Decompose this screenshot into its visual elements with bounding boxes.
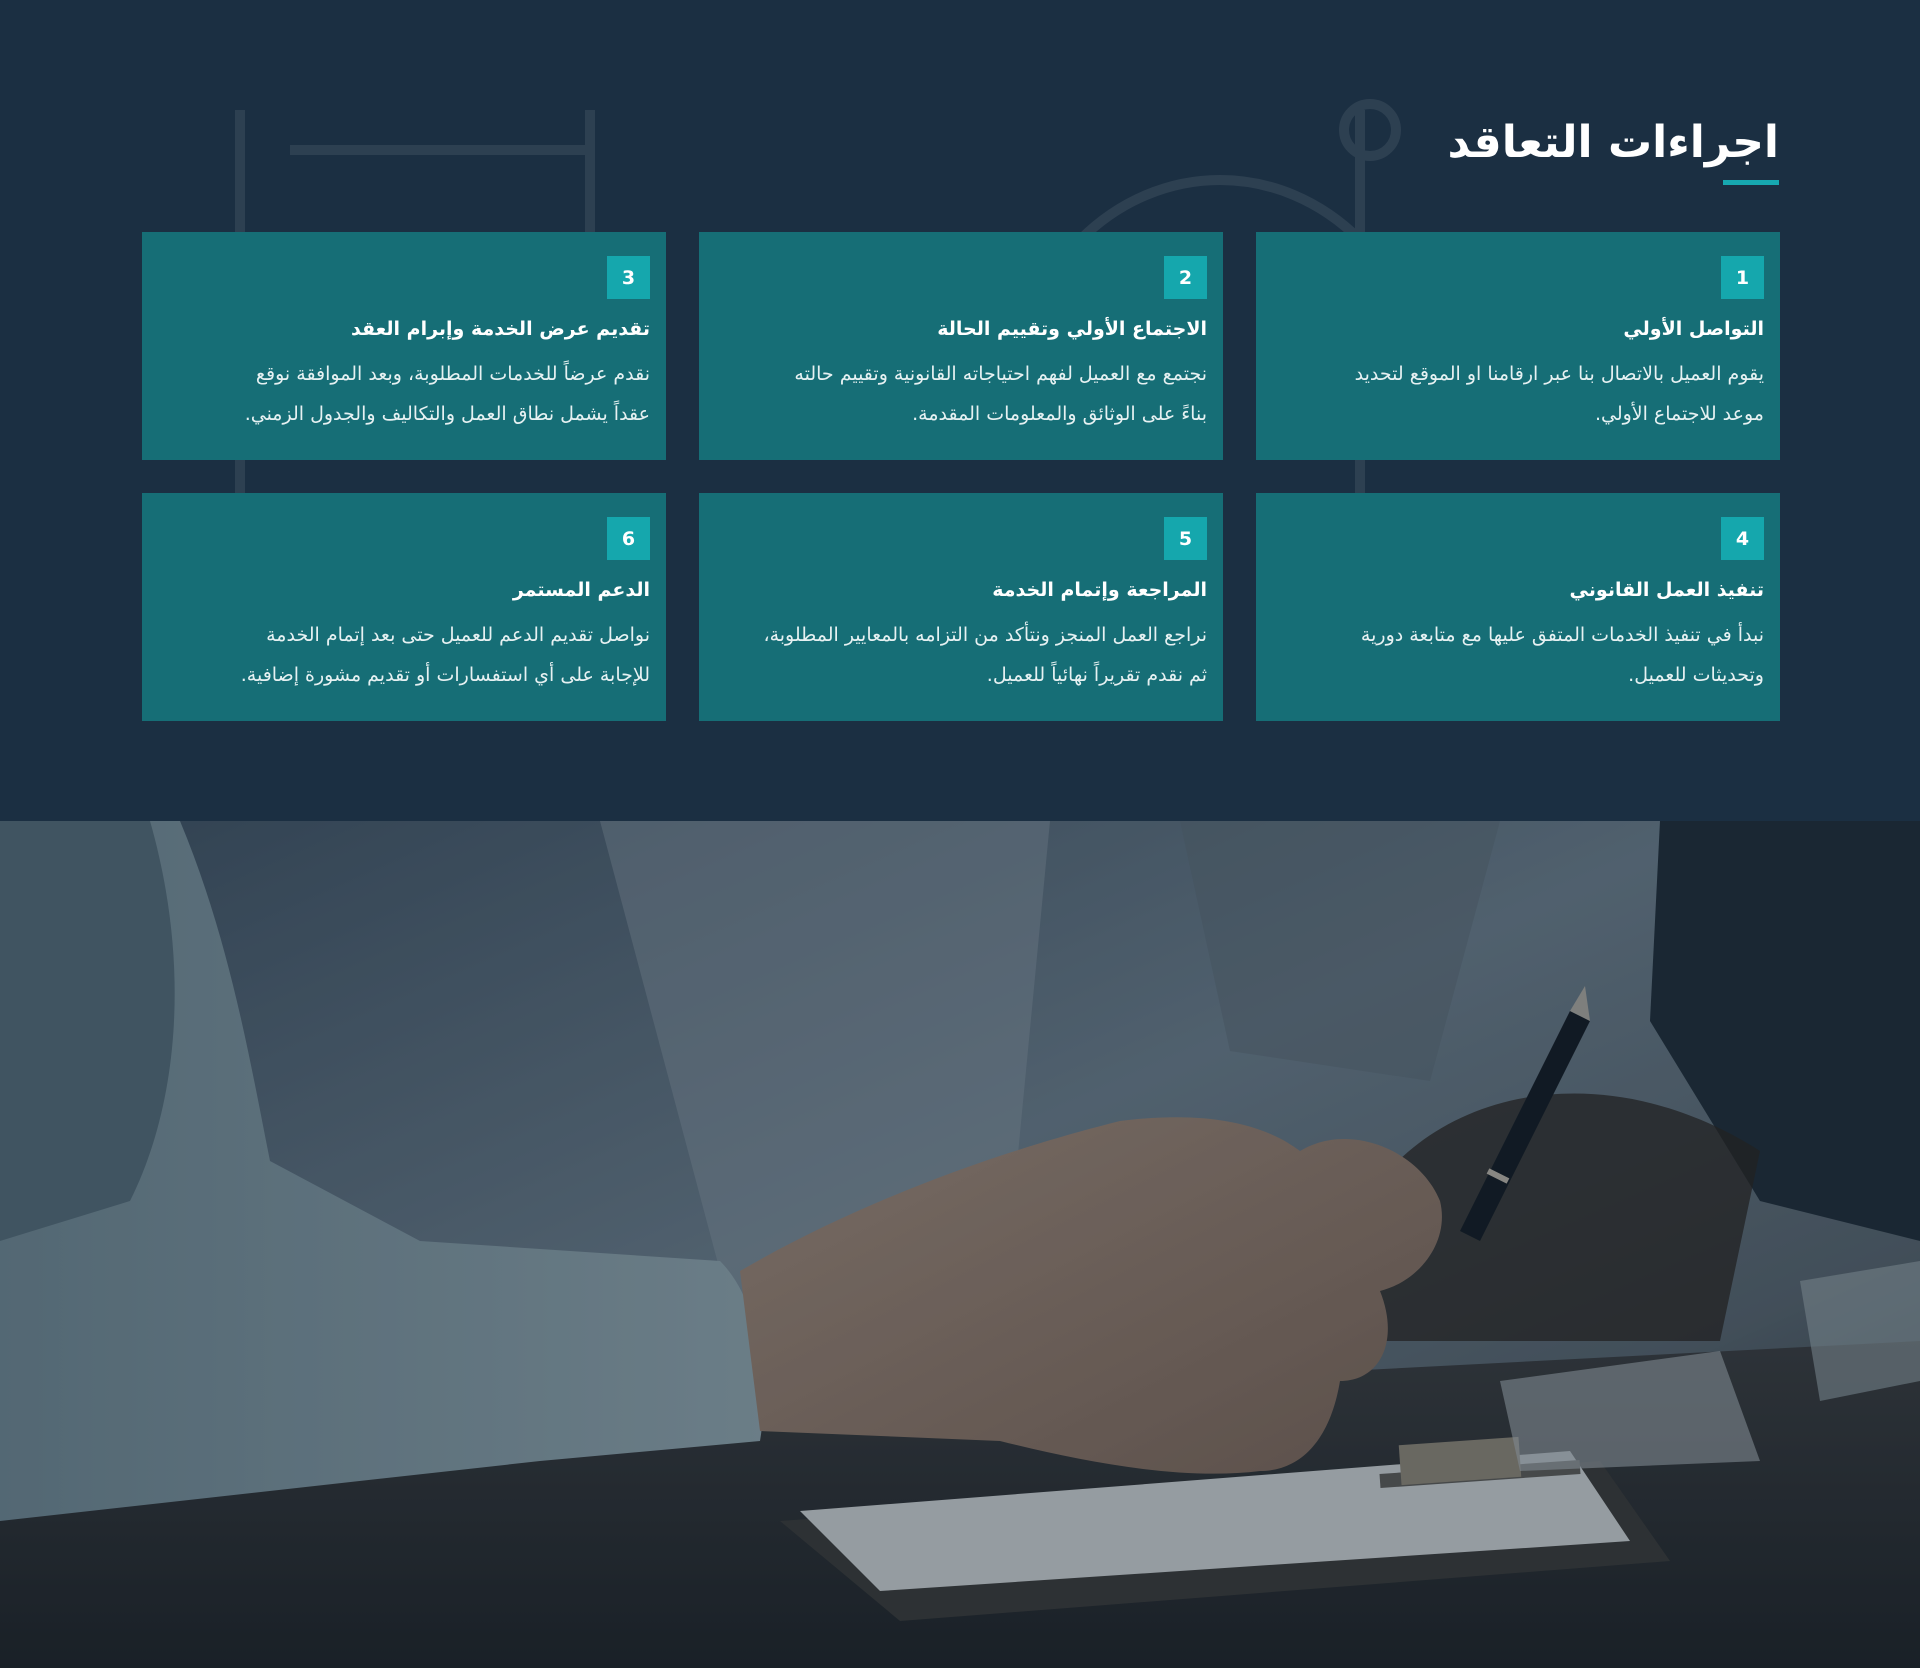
step-number-badge: 6 — [607, 517, 650, 560]
step-description-line: عقداً يشمل نطاق العمل والتكاليف والجدول … — [244, 403, 650, 425]
step-title: المراجعة وإتمام الخدمة — [992, 579, 1207, 601]
step-title: الاجتماع الأولي وتقييم الحالة — [937, 318, 1207, 340]
step-description-line: بناءً على الوثائق والمعلومات المقدمة. — [912, 403, 1207, 425]
step-number-badge: 1 — [1721, 256, 1764, 299]
section-title: اجراءات التعاقد — [1447, 117, 1779, 168]
step-number-badge: 5 — [1164, 517, 1207, 560]
step-number-badge: 2 — [1164, 256, 1207, 299]
step-description-line: نواصل تقديم الدعم للعميل حتى بعد إتمام ا… — [266, 624, 650, 646]
title-underline — [1723, 180, 1779, 185]
step-description: نبدأ في تنفيذ الخدمات المتفق عليها مع مت… — [1272, 615, 1764, 695]
step-card-4: 4 تنفيذ العمل القانوني نبدأ في تنفيذ الخ… — [1256, 493, 1780, 721]
step-card-2: 2 الاجتماع الأولي وتقييم الحالة نجتمع مع… — [699, 232, 1223, 460]
section-heading: اجراءات التعاقد — [1447, 112, 1779, 185]
contract-signing-photo — [0, 821, 1920, 1668]
step-description-line: يقوم العميل بالاتصال بنا عبر ارقامنا او … — [1354, 363, 1764, 385]
step-description: نقدم عرضاً للخدمات المطلوبة، وبعد المواف… — [158, 354, 650, 434]
page: اجراءات التعاقد 1 التواصل الأولي يقوم ال… — [0, 0, 1920, 1668]
step-description-line: للإجابة على أي استفسارات أو تقديم مشورة … — [240, 664, 650, 686]
step-card-6: 6 الدعم المستمر نواصل تقديم الدعم للعميل… — [142, 493, 666, 721]
step-card-5: 5 المراجعة وإتمام الخدمة نراجع العمل الم… — [699, 493, 1223, 721]
hand-holding-pen-signing-contract-image — [0, 821, 1920, 1668]
step-title: التواصل الأولي — [1623, 318, 1764, 340]
step-description: نجتمع مع العميل لفهم احتياجاته القانونية… — [715, 354, 1207, 434]
step-description-line: موعد للاجتماع الأولي. — [1594, 403, 1764, 425]
step-description-line: نقدم عرضاً للخدمات المطلوبة، وبعد المواف… — [255, 363, 650, 385]
step-description-line: وتحديثات للعميل. — [1628, 664, 1764, 686]
step-description-line: ثم نقدم تقريراً نهائياً للعميل. — [986, 664, 1207, 686]
step-description: نواصل تقديم الدعم للعميل حتى بعد إتمام ا… — [158, 615, 650, 695]
step-description-line: نراجع العمل المنجز ونتأكد من التزامه بال… — [763, 624, 1207, 646]
step-description-line: نبدأ في تنفيذ الخدمات المتفق عليها مع مت… — [1360, 624, 1764, 646]
step-description: نراجع العمل المنجز ونتأكد من التزامه بال… — [715, 615, 1207, 695]
step-title: تقديم عرض الخدمة وإبرام العقد — [351, 318, 650, 340]
step-description: يقوم العميل بالاتصال بنا عبر ارقامنا او … — [1272, 354, 1764, 434]
step-number-badge: 3 — [607, 256, 650, 299]
step-number-badge: 4 — [1721, 517, 1764, 560]
step-title: الدعم المستمر — [512, 579, 650, 601]
step-title: تنفيذ العمل القانوني — [1569, 579, 1764, 601]
step-card-3: 3 تقديم عرض الخدمة وإبرام العقد نقدم عرض… — [142, 232, 666, 460]
step-card-1: 1 التواصل الأولي يقوم العميل بالاتصال بن… — [1256, 232, 1780, 460]
step-description-line: نجتمع مع العميل لفهم احتياجاته القانونية… — [794, 363, 1207, 385]
steps-grid: 1 التواصل الأولي يقوم العميل بالاتصال بن… — [142, 232, 1780, 721]
contract-procedures-section: اجراءات التعاقد 1 التواصل الأولي يقوم ال… — [0, 0, 1920, 821]
